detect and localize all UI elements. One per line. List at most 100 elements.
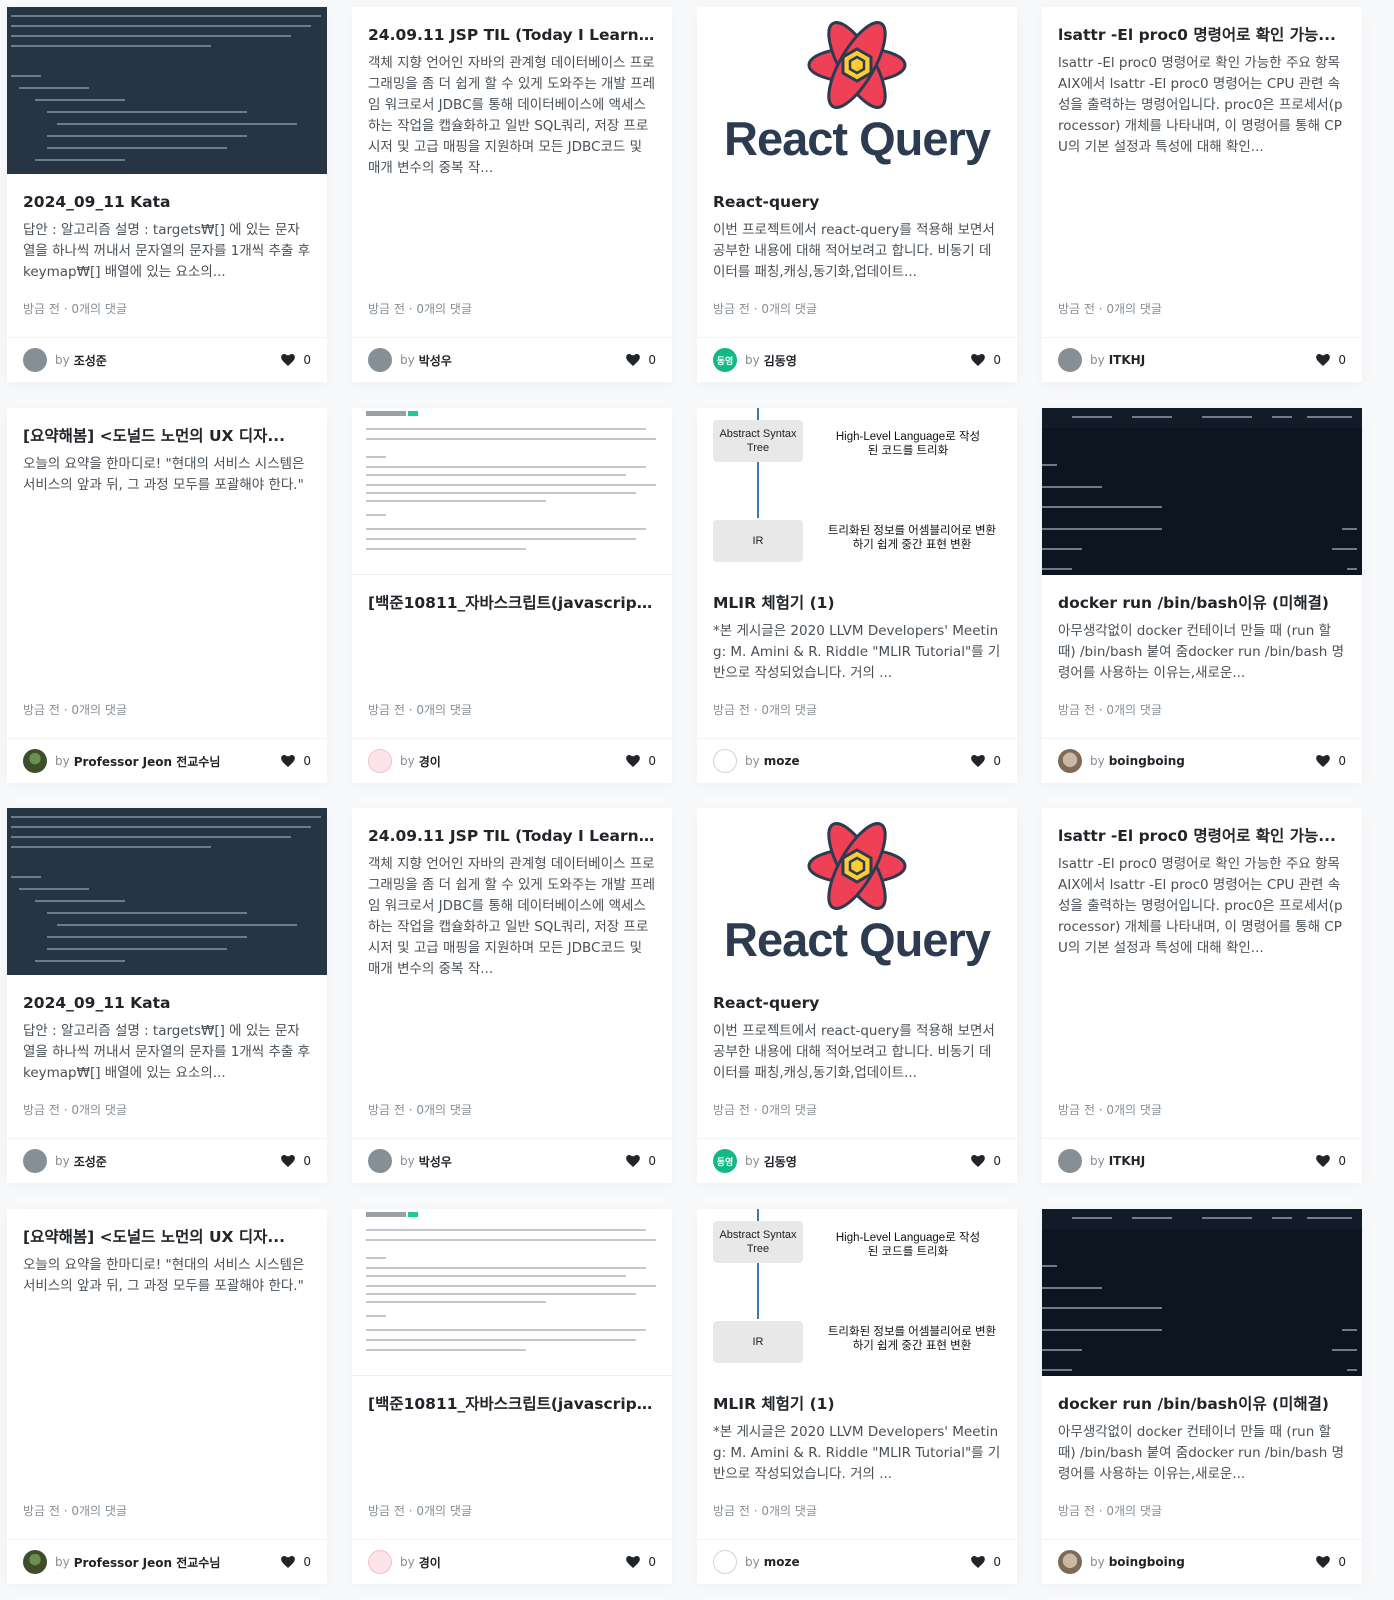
avatar[interactable] (1058, 1149, 1082, 1173)
post-title[interactable]: 24.09.11 JSP TIL (Today I Learned) (368, 23, 656, 47)
post-thumbnail[interactable] (7, 7, 327, 174)
post-title[interactable]: docker run /bin/bash이유 (미해결) (1058, 1392, 1346, 1416)
like-count: 0 (281, 353, 311, 367)
like-number: 0 (303, 1154, 311, 1168)
like-number: 0 (648, 754, 656, 768)
post-description[interactable]: 아무생각없이 docker 컨테이너 만들 때 (run 할 때) /bin/b… (1058, 621, 1346, 684)
post-thumbnail[interactable] (352, 1209, 672, 1376)
post-title[interactable]: [요약해봄] <도널드 노먼의 UX 디자... (23, 1225, 311, 1249)
post-card[interactable]: 2024_09_11 Kata 답안 : 알고리즘 설명 : targets₩[… (7, 7, 327, 382)
like-count: 0 (626, 1555, 656, 1569)
post-card[interactable]: lsattr -El proc0 명령어로 확인 가능... lsattr -E… (1042, 808, 1362, 1183)
post-card[interactable]: [요약해봄] <도널드 노먼의 UX 디자... 오늘의 요약을 한마디로! "… (7, 408, 327, 783)
author-name[interactable]: 조성준 (74, 1153, 107, 1170)
author-name[interactable]: 박성우 (419, 352, 452, 369)
post-card[interactable]: [백준10811_자바스크립트(javascript)... 방금 전 · 0개… (352, 408, 672, 783)
author-name[interactable]: boingboing (1109, 1555, 1185, 1569)
heart-icon (281, 354, 296, 366)
author-name[interactable]: 조성준 (74, 352, 107, 369)
avatar[interactable] (23, 749, 47, 773)
author-name[interactable]: boingboing (1109, 754, 1185, 768)
post-card[interactable]: 24.09.11 JSP TIL (Today I Learned) 객체 지향… (352, 808, 672, 1183)
post-footer: 동영 by 김동영 0 (697, 337, 1017, 382)
post-description[interactable]: 이번 프로젝트에서 react-query를 적용해 보면서 공부한 내용에 대… (713, 220, 1001, 283)
post-card[interactable]: Abstract Syntax Tree IR High-Level Langu… (697, 1209, 1017, 1584)
post-description[interactable]: 답안 : 알고리즘 설명 : targets₩[] 에 있는 문자열을 하나씩 … (23, 220, 311, 283)
post-title[interactable]: 24.09.11 JSP TIL (Today I Learned) (368, 824, 656, 848)
post-card[interactable]: React Query React-query 이번 프로젝트에서 react-… (697, 7, 1017, 382)
post-title[interactable]: React-query (713, 190, 1001, 214)
avatar[interactable] (368, 348, 392, 372)
post-title[interactable]: 2024_09_11 Kata (23, 190, 311, 214)
post-thumbnail[interactable]: React Query (697, 7, 1017, 174)
post-description[interactable]: 답안 : 알고리즘 설명 : targets₩[] 에 있는 문자열을 하나씩 … (23, 1021, 311, 1084)
post-card[interactable]: [백준10811_자바스크립트(javascript)... 방금 전 · 0개… (352, 1209, 672, 1584)
avatar[interactable] (713, 1550, 737, 1574)
post-card[interactable]: 24.09.11 JSP TIL (Today I Learned) 객체 지향… (352, 7, 672, 382)
like-number: 0 (303, 1555, 311, 1569)
post-description[interactable]: 오늘의 요약을 한마디로! "현대의 서비스 시스템은 서비스의 앞과 뒤, 그… (23, 1255, 311, 1297)
avatar-initials: 동영 (716, 1157, 734, 1168)
avatar[interactable] (368, 749, 392, 773)
author-name[interactable]: ITKHJ (1109, 353, 1145, 367)
author-name[interactable]: Professor Jeon 전교수님 (74, 753, 221, 770)
post-meta: 방금 전 · 0개의 댓글 (23, 703, 127, 717)
avatar[interactable] (713, 749, 737, 773)
post-description[interactable]: lsattr -El proc0 명령어로 확인 가능한 주요 항목AIX에서 … (1058, 854, 1346, 959)
post-card[interactable]: lsattr -El proc0 명령어로 확인 가능... lsattr -E… (1042, 7, 1362, 382)
avatar[interactable] (368, 1149, 392, 1173)
avatar[interactable]: 동영 (713, 348, 737, 372)
post-title[interactable]: [백준10811_자바스크립트(javascript)... (368, 591, 656, 615)
post-title[interactable]: [백준10811_자바스크립트(javascript)... (368, 1392, 656, 1416)
post-description[interactable]: 객체 지향 언어인 자바의 관계형 데이터베이스 프로그래밍을 좀 더 쉽게 할… (368, 53, 656, 179)
post-thumbnail[interactable] (1042, 1209, 1362, 1376)
avatar[interactable] (368, 1550, 392, 1574)
post-card[interactable]: docker run /bin/bash이유 (미해결) 아무생각없이 dock… (1042, 1209, 1362, 1584)
post-title[interactable]: [요약해봄] <도널드 노먼의 UX 디자... (23, 424, 311, 448)
post-card[interactable]: docker run /bin/bash이유 (미해결) 아무생각없이 dock… (1042, 408, 1362, 783)
post-description[interactable]: 아무생각없이 docker 컨테이너 만들 때 (run 할 때) /bin/b… (1058, 1422, 1346, 1485)
author-name[interactable]: 김동영 (764, 1153, 797, 1170)
heart-icon (626, 755, 641, 767)
avatar[interactable] (1058, 348, 1082, 372)
post-thumbnail[interactable]: Abstract Syntax Tree IR High-Level Langu… (697, 1209, 1017, 1376)
author-name[interactable]: Professor Jeon 전교수님 (74, 1554, 221, 1571)
post-thumbnail[interactable]: React Query (697, 808, 1017, 975)
avatar[interactable]: 동영 (713, 1149, 737, 1173)
author-name[interactable]: ITKHJ (1109, 1154, 1145, 1168)
author-name[interactable]: 박성우 (419, 1153, 452, 1170)
avatar[interactable] (1058, 749, 1082, 773)
avatar[interactable] (1058, 1550, 1082, 1574)
post-description[interactable]: *본 게시글은 2020 LLVM Developers' Meeting: M… (713, 621, 1001, 684)
post-thumbnail[interactable] (7, 808, 327, 975)
post-card[interactable]: 2024_09_11 Kata 답안 : 알고리즘 설명 : targets₩[… (7, 808, 327, 1183)
post-card[interactable]: [요약해봄] <도널드 노먼의 UX 디자... 오늘의 요약을 한마디로! "… (7, 1209, 327, 1584)
post-thumbnail[interactable]: Abstract Syntax Tree IR High-Level Langu… (697, 408, 1017, 575)
post-title[interactable]: 2024_09_11 Kata (23, 991, 311, 1015)
post-description[interactable]: 오늘의 요약을 한마디로! "현대의 서비스 시스템은 서비스의 앞과 뒤, 그… (23, 454, 311, 496)
post-title[interactable]: lsattr -El proc0 명령어로 확인 가능... (1058, 824, 1346, 848)
author-name[interactable]: moze (764, 754, 800, 768)
post-thumbnail[interactable] (1042, 408, 1362, 575)
like-count: 0 (1316, 353, 1346, 367)
post-title[interactable]: docker run /bin/bash이유 (미해결) (1058, 591, 1346, 615)
author-name[interactable]: moze (764, 1555, 800, 1569)
post-description[interactable]: 이번 프로젝트에서 react-query를 적용해 보면서 공부한 내용에 대… (713, 1021, 1001, 1084)
post-description[interactable]: 객체 지향 언어인 자바의 관계형 데이터베이스 프로그래밍을 좀 더 쉽게 할… (368, 854, 656, 980)
avatar[interactable] (23, 1550, 47, 1574)
post-description[interactable]: lsattr -El proc0 명령어로 확인 가능한 주요 항목AIX에서 … (1058, 53, 1346, 158)
avatar[interactable] (23, 1149, 47, 1173)
post-title[interactable]: lsattr -El proc0 명령어로 확인 가능... (1058, 23, 1346, 47)
post-title[interactable]: MLIR 체험기 (1) (713, 1392, 1001, 1416)
post-thumbnail[interactable] (352, 408, 672, 575)
post-title[interactable]: React-query (713, 991, 1001, 1015)
post-description[interactable]: *본 게시글은 2020 LLVM Developers' Meeting: M… (713, 1422, 1001, 1485)
author-name[interactable]: 김동영 (764, 352, 797, 369)
author-name[interactable]: 경이 (419, 753, 441, 770)
post-card[interactable]: Abstract Syntax Tree IR High-Level Langu… (697, 408, 1017, 783)
post-card[interactable]: React Query React-query 이번 프로젝트에서 react-… (697, 808, 1017, 1183)
post-title[interactable]: MLIR 체험기 (1) (713, 591, 1001, 615)
heart-icon (281, 1556, 296, 1568)
author-name[interactable]: 경이 (419, 1554, 441, 1571)
avatar[interactable] (23, 348, 47, 372)
